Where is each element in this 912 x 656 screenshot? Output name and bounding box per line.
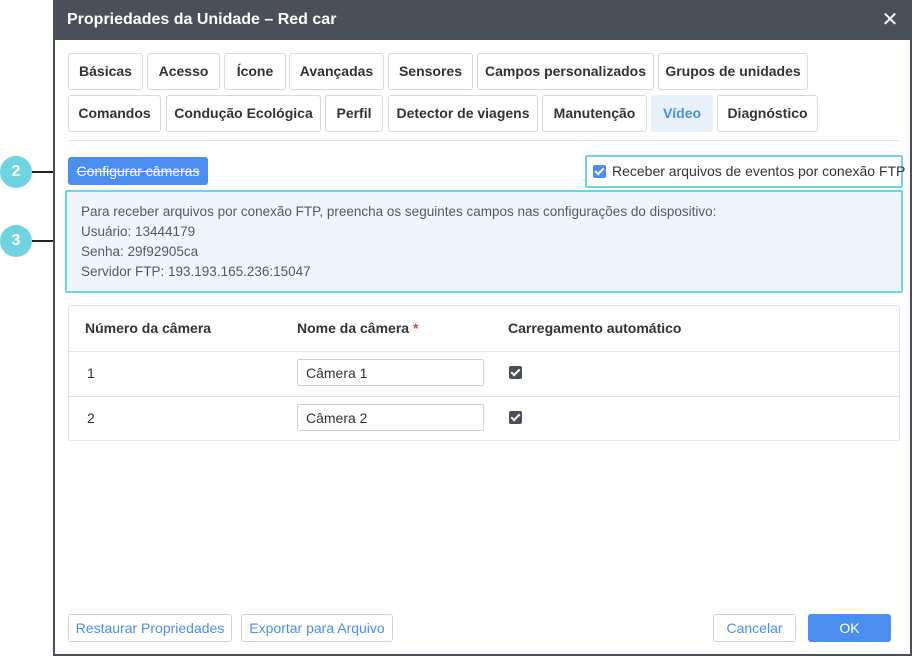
tab-acesso[interactable]: Acesso xyxy=(147,53,220,90)
ftp-info-user: Usuário: 13444179 xyxy=(81,224,196,239)
tab-sensores[interactable]: Sensores xyxy=(388,53,473,90)
tab-grupos-de-unidades[interactable]: Grupos de unidades xyxy=(658,53,808,90)
ok-button[interactable]: OK xyxy=(808,614,891,642)
camera-number-cell: 1 xyxy=(87,365,95,381)
column-header-camera-name: Nome da câmera * xyxy=(297,320,418,336)
required-marker: * xyxy=(412,320,419,336)
cameras-table: Número da câmera Nome da câmera * Carreg… xyxy=(68,305,900,441)
table-row-divider xyxy=(69,396,899,397)
table-header-divider xyxy=(69,351,899,352)
ftp-events-label: Receber arquivos de eventos por conexão … xyxy=(612,163,906,179)
tab-basicas[interactable]: Básicas xyxy=(68,53,143,90)
dialog-title: Propriedades da Unidade – Red car xyxy=(67,11,337,28)
callout-3: 3 xyxy=(0,225,32,257)
tab-campos-personalizados[interactable]: Campos personalizados xyxy=(477,53,654,90)
tab-perfil[interactable]: Perfil xyxy=(325,95,383,132)
ftp-events-checkbox[interactable] xyxy=(593,165,606,178)
tab-diagnostico[interactable]: Diagnóstico xyxy=(717,95,818,132)
unit-properties-dialog: Propriedades da Unidade – Red car ✕ Bási… xyxy=(53,0,912,656)
tab-manutencao[interactable]: Manutenção xyxy=(542,95,647,132)
ftp-info-server: Servidor FTP: 193.193.165.236:15047 xyxy=(81,264,311,279)
cancel-button[interactable]: Cancelar xyxy=(713,614,796,642)
tab-conducao-ecologica[interactable]: Condução Ecológica xyxy=(166,95,321,132)
camera-autoload-checkbox[interactable] xyxy=(509,366,522,379)
tab-detector-de-viagens[interactable]: Detector de viagens xyxy=(388,95,538,132)
camera-name-input[interactable] xyxy=(297,404,484,431)
ftp-info-password: Senha: 29f92905ca xyxy=(81,244,199,259)
tab-video[interactable]: Vídeo xyxy=(651,95,713,132)
configure-cameras-button[interactable]: Configurar câmeras xyxy=(68,157,208,185)
export-to-file-button[interactable]: Exportar para Arquivo xyxy=(241,614,393,642)
camera-name-input[interactable] xyxy=(297,359,484,386)
camera-autoload-checkbox[interactable] xyxy=(509,411,522,424)
ftp-info-panel: Para receber arquivos por conexão FTP, p… xyxy=(65,190,903,293)
tab-icone[interactable]: Ícone xyxy=(224,53,286,90)
callout-2: 2 xyxy=(0,156,32,188)
column-header-camera-number: Número da câmera xyxy=(85,320,212,336)
camera-number-cell: 2 xyxy=(87,410,95,426)
tab-avancadas[interactable]: Avançadas xyxy=(289,53,384,90)
tab-comandos[interactable]: Comandos xyxy=(68,95,161,132)
tabs-divider xyxy=(67,140,899,141)
camera-name-header-label: Nome da câmera xyxy=(297,320,410,336)
ftp-events-checkbox-row[interactable]: Receber arquivos de eventos por conexão … xyxy=(585,155,906,188)
dialog-titlebar: Propriedades da Unidade – Red car xyxy=(55,0,910,40)
column-header-autoload: Carregamento automático xyxy=(508,320,682,336)
close-icon[interactable]: ✕ xyxy=(878,0,902,40)
restore-properties-button[interactable]: Restaurar Propriedades xyxy=(68,614,232,642)
ftp-info-intro: Para receber arquivos por conexão FTP, p… xyxy=(81,204,717,219)
